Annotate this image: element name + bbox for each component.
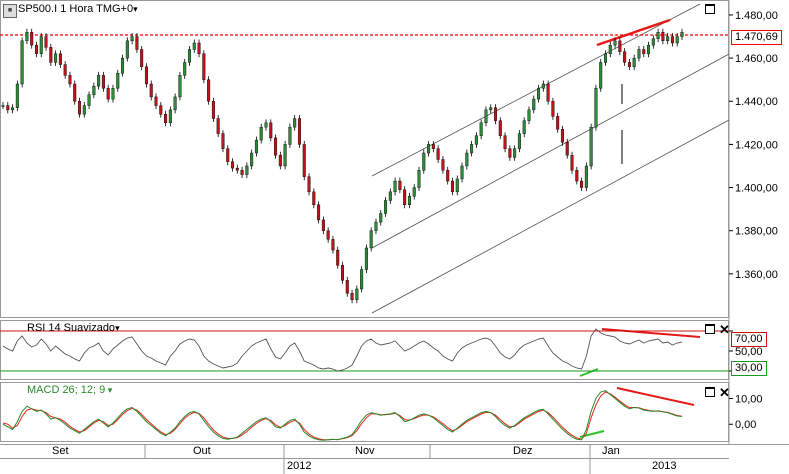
rsi-title[interactable]: RSI 14 Suavizado▾ — [27, 322, 120, 334]
price-candle — [269, 119, 273, 142]
macd-tick-label: 0,00 — [735, 419, 756, 431]
year-label: 2013 — [652, 460, 677, 472]
chart-title[interactable]: SP500.I 1 Hora TMG+0▾ — [18, 3, 138, 15]
price-candle — [49, 43, 53, 66]
price-candle — [116, 69, 120, 92]
symbol-label: SP500.I — [18, 3, 58, 15]
price-tick-label: 1.360,00 — [735, 269, 778, 281]
price-candle — [140, 46, 144, 71]
chevron-down-icon[interactable]: ▾ — [133, 4, 138, 14]
price-candle — [422, 149, 426, 174]
price-candle — [274, 134, 278, 159]
macd-tick-label: 10,00 — [735, 393, 763, 405]
price-tick-label: 1.400,00 — [735, 183, 778, 195]
year-label: 2012 — [287, 460, 312, 472]
month-label: Nov — [355, 445, 375, 457]
price-tick-label: 1.440,00 — [735, 96, 778, 108]
price-candle — [207, 76, 211, 105]
price-candle — [317, 201, 321, 224]
chevron-down-icon[interactable]: ▾ — [115, 323, 120, 333]
price-candle — [307, 173, 311, 196]
price-candle — [498, 117, 502, 140]
rsi-middle-level-label: 50,00 — [735, 346, 763, 358]
rsi-title-label: RSI 14 Suavizado — [27, 322, 116, 334]
price-candle — [15, 80, 19, 112]
price-tick-label: 1.420,00 — [735, 139, 778, 151]
price-candle — [144, 63, 148, 88]
maximize-icon[interactable] — [705, 4, 715, 14]
price-candle — [341, 261, 345, 284]
price-candle — [369, 227, 373, 252]
price-candle — [221, 130, 225, 153]
price-candle — [551, 97, 555, 120]
price-candle — [178, 71, 182, 101]
price-candle — [121, 54, 125, 77]
maximize-icon[interactable] — [705, 324, 715, 334]
price-candle — [417, 166, 421, 191]
price-candle — [39, 33, 43, 58]
price-candle — [283, 140, 287, 170]
rsi-upper-level-label: 70,00 — [731, 332, 767, 347]
price-candle — [73, 80, 77, 105]
price-candle — [211, 97, 215, 122]
last-price-label: 1.470,69 — [731, 30, 782, 45]
month-label: Dez — [513, 445, 533, 457]
price-tick-label: 1.480,00 — [735, 10, 778, 22]
price-candle — [297, 115, 301, 148]
price-candle — [336, 246, 340, 269]
price-candle — [364, 244, 368, 273]
price-tick-label: 1.380,00 — [735, 226, 778, 238]
close-icon[interactable]: ✕ — [719, 323, 730, 336]
macd-title[interactable]: MACD 26; 12; 9 ▾ — [27, 384, 112, 396]
price-candle — [20, 37, 24, 88]
price-candle — [517, 130, 521, 153]
month-label: Set — [52, 445, 69, 457]
maximize-icon[interactable] — [705, 387, 715, 397]
price-candle — [584, 162, 588, 191]
month-label: Out — [193, 445, 211, 457]
timezone-label: TMG+0 — [96, 3, 134, 15]
price-candle — [125, 37, 129, 62]
rsi-lower-level-label: 30,00 — [731, 361, 767, 376]
close-icon[interactable]: ✕ — [719, 386, 730, 399]
price-candle — [599, 58, 603, 92]
price-candle — [302, 140, 306, 181]
price-candle — [216, 115, 220, 138]
price-candle — [202, 50, 206, 84]
symbol-icon: ■ — [3, 4, 17, 18]
price-candle — [570, 151, 574, 174]
month-label: Jan — [602, 445, 620, 457]
chevron-down-icon[interactable]: ▾ — [105, 385, 113, 395]
timeframe-label: 1 Hora — [60, 3, 94, 15]
macd-title-label: MACD 26; 12; 9 — [27, 384, 106, 396]
price-candle — [288, 123, 292, 148]
price-candle — [589, 123, 593, 170]
price-candle — [546, 80, 550, 105]
chart-canvas: 1.480,00 1.460,00 1.440,00 1.420,00 1.400,00… — [0, 0, 789, 474]
price-tick-label: 1.460,00 — [735, 53, 778, 65]
price-candle — [360, 266, 364, 293]
price-candle — [594, 84, 598, 131]
price-candle — [403, 186, 407, 209]
